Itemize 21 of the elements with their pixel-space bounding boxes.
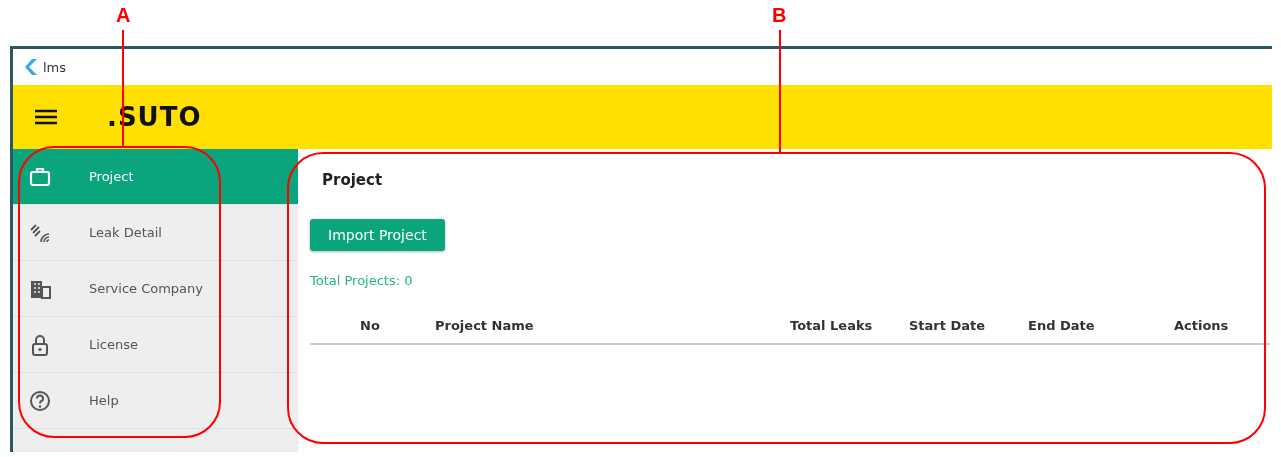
sidebar-item[interactable]: Service Company — [13, 261, 298, 317]
leak-icon — [29, 221, 51, 244]
help-icon — [29, 389, 51, 412]
total-count: Total Projects: 0 — [310, 273, 413, 288]
lock-icon — [29, 333, 51, 356]
app-logo-icon — [25, 59, 37, 75]
column-header[interactable]: Start Date — [909, 318, 1028, 333]
window-title: lms — [43, 59, 67, 75]
column-header[interactable]: End Date — [1028, 318, 1174, 333]
sidebar-item[interactable]: Help — [13, 373, 298, 429]
callout-label: B — [772, 4, 787, 27]
sidebar-item[interactable]: License — [13, 317, 298, 373]
briefcase-icon — [29, 165, 51, 188]
menu-icon[interactable] — [35, 109, 57, 125]
page-title: Project — [322, 171, 383, 189]
sidebar-item[interactable]: Leak Detail — [13, 205, 298, 261]
column-header[interactable]: No — [360, 318, 435, 333]
column-header[interactable]: Actions — [1174, 318, 1270, 333]
column-header[interactable]: Total Leaks — [790, 318, 909, 333]
column-header[interactable]: Project Name — [435, 318, 790, 333]
callout-label: A — [116, 4, 131, 27]
